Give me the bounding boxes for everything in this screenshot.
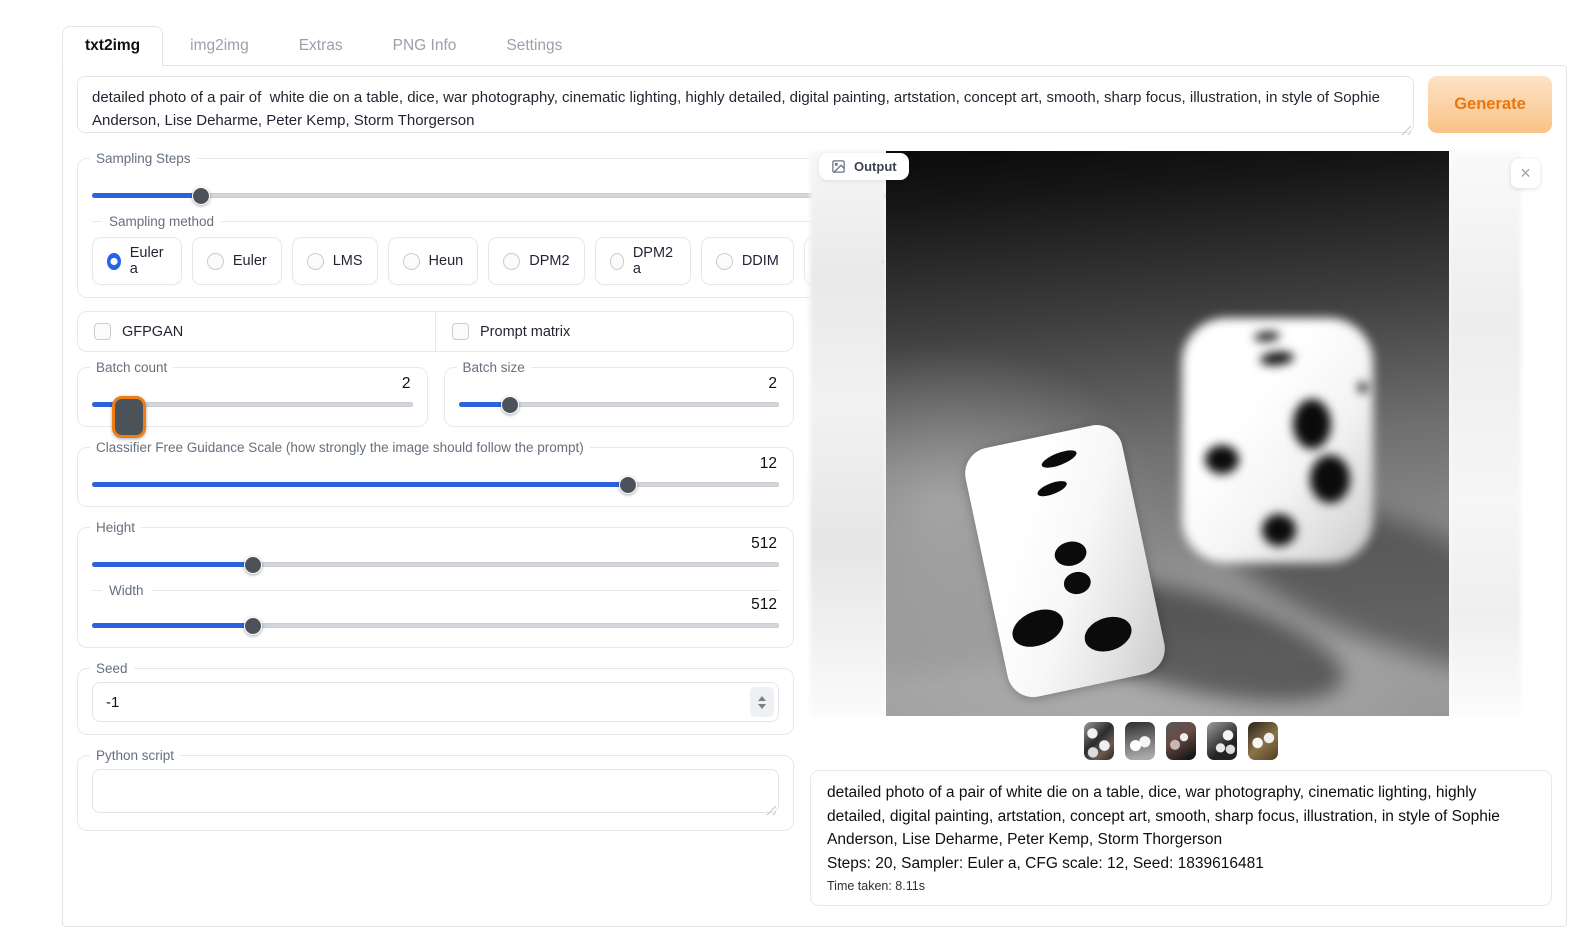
radio-icon <box>207 253 224 270</box>
stable-diffusion-webui: txt2img img2img Extras PNG Info Settings… <box>62 26 1567 927</box>
seed-stepper[interactable] <box>750 687 774 717</box>
radio-lms[interactable]: LMS <box>292 237 378 285</box>
height-slider[interactable] <box>92 555 779 574</box>
radio-icon <box>307 253 324 270</box>
radio-euler-a[interactable]: Euler a <box>92 237 182 285</box>
seed-label: Seed <box>90 661 134 676</box>
radio-heun[interactable]: Heun <box>388 237 479 285</box>
die-left <box>960 420 1170 702</box>
output-thumbnail-5[interactable] <box>1248 722 1278 760</box>
radio-euler[interactable]: Euler <box>192 237 282 285</box>
output-column: Output × <box>810 151 1552 906</box>
cfg-scale-slider[interactable] <box>92 475 779 494</box>
slider-thumb[interactable] <box>244 617 262 635</box>
sampling-steps-slider[interactable] <box>92 186 899 205</box>
batch-count-label: Batch count <box>90 360 173 375</box>
generated-image[interactable] <box>886 151 1449 716</box>
output-thumbnail-1[interactable] <box>1084 722 1114 760</box>
tab-img2img[interactable]: img2img <box>167 26 272 65</box>
prompt-matrix-checkbox[interactable]: Prompt matrix <box>435 312 793 351</box>
radio-icon <box>716 253 733 270</box>
sampling-method-options: Euler a Euler LMS Heun DPM2 DPM2 a DDIM … <box>92 237 899 285</box>
width-label: Width <box>109 583 144 598</box>
cfg-scale-group: Classifier Free Guidance Scale (how stro… <box>77 440 794 507</box>
generation-info-panel: detailed photo of a pair of white die on… <box>810 770 1552 906</box>
sampling-group: Sampling Steps 20 Sampling method Euler … <box>77 151 914 298</box>
prompt-input[interactable]: detailed photo of a pair of white die on… <box>77 76 1414 133</box>
radio-dpm2[interactable]: DPM2 <box>488 237 584 285</box>
width-value: 512 <box>92 596 777 613</box>
output-gallery <box>810 716 1552 765</box>
tab-settings[interactable]: Settings <box>483 26 585 65</box>
output-params: Steps: 20, Sampler: Euler a, CFG scale: … <box>827 852 1535 876</box>
options-panel: GFPGAN Prompt matrix <box>77 311 794 352</box>
sampling-steps-value: 20 <box>92 166 897 183</box>
checkbox-icon[interactable] <box>452 323 469 340</box>
radio-dpm2-a[interactable]: DPM2 a <box>595 237 691 285</box>
radio-icon <box>610 253 624 270</box>
width-slider[interactable] <box>92 616 779 635</box>
python-script-group: Python script <box>77 748 794 831</box>
close-icon[interactable]: × <box>1511 159 1540 188</box>
python-script-label: Python script <box>90 748 180 763</box>
output-thumbnail-2[interactable] <box>1125 722 1155 760</box>
python-script-input[interactable] <box>92 769 779 813</box>
radio-icon <box>503 253 520 270</box>
output-thumbnail-3[interactable] <box>1166 722 1196 760</box>
tab-png-info[interactable]: PNG Info <box>370 26 480 65</box>
slider-thumb[interactable] <box>192 187 210 205</box>
image-icon <box>831 159 846 174</box>
die-right <box>1182 318 1373 564</box>
batch-size-group: Batch size 2 <box>444 360 795 427</box>
slider-thumb[interactable] <box>244 556 262 574</box>
height-label: Height <box>90 520 141 535</box>
slider-thumb[interactable] <box>619 476 637 494</box>
cfg-scale-label: Classifier Free Guidance Scale (how stro… <box>90 440 590 455</box>
output-panel-tab: Output <box>819 153 909 180</box>
batch-size-value: 2 <box>459 375 778 392</box>
seed-input[interactable] <box>92 682 779 722</box>
slider-thumb[interactable] <box>501 396 519 414</box>
gfpgan-checkbox[interactable]: GFPGAN <box>78 312 435 351</box>
settings-column: Sampling Steps 20 Sampling method Euler … <box>77 151 794 844</box>
slider-thumb[interactable] <box>112 396 146 438</box>
time-taken: Time taken: 8.11s <box>827 879 1535 893</box>
batch-size-slider[interactable] <box>459 395 780 414</box>
output-thumbnail-4[interactable] <box>1207 722 1237 760</box>
sampling-method-label: Sampling method <box>109 214 214 229</box>
stepper-down-icon[interactable] <box>758 704 766 709</box>
radio-ddim[interactable]: DDIM <box>701 237 794 285</box>
dimensions-group: Height 512 Width 512 <box>77 520 794 648</box>
height-value: 512 <box>92 535 777 552</box>
batch-count-group: Batch count 2 <box>77 360 428 427</box>
image-viewer: Output × <box>810 151 1552 716</box>
image-blur-band-right <box>1449 151 1521 716</box>
batch-size-label: Batch size <box>457 360 531 375</box>
tab-txt2img[interactable]: txt2img <box>62 26 163 66</box>
image-blur-band-left <box>810 151 886 716</box>
checkbox-icon[interactable] <box>94 323 111 340</box>
radio-icon <box>107 253 121 270</box>
cfg-scale-value: 12 <box>92 455 777 472</box>
radio-icon <box>403 253 420 270</box>
stepper-up-icon[interactable] <box>758 696 766 701</box>
batch-count-value: 2 <box>92 375 411 392</box>
sampling-steps-label: Sampling Steps <box>90 151 197 166</box>
output-caption: detailed photo of a pair of white die on… <box>827 781 1535 852</box>
generate-button[interactable]: Generate <box>1428 76 1552 133</box>
seed-group: Seed <box>77 661 794 735</box>
tab-extras[interactable]: Extras <box>276 26 366 65</box>
txt2img-panel: detailed photo of a pair of white die on… <box>62 65 1567 927</box>
top-tab-bar: txt2img img2img Extras PNG Info Settings <box>62 26 1567 65</box>
batch-count-slider[interactable] <box>92 395 413 414</box>
prompt-row: detailed photo of a pair of white die on… <box>77 76 1552 138</box>
